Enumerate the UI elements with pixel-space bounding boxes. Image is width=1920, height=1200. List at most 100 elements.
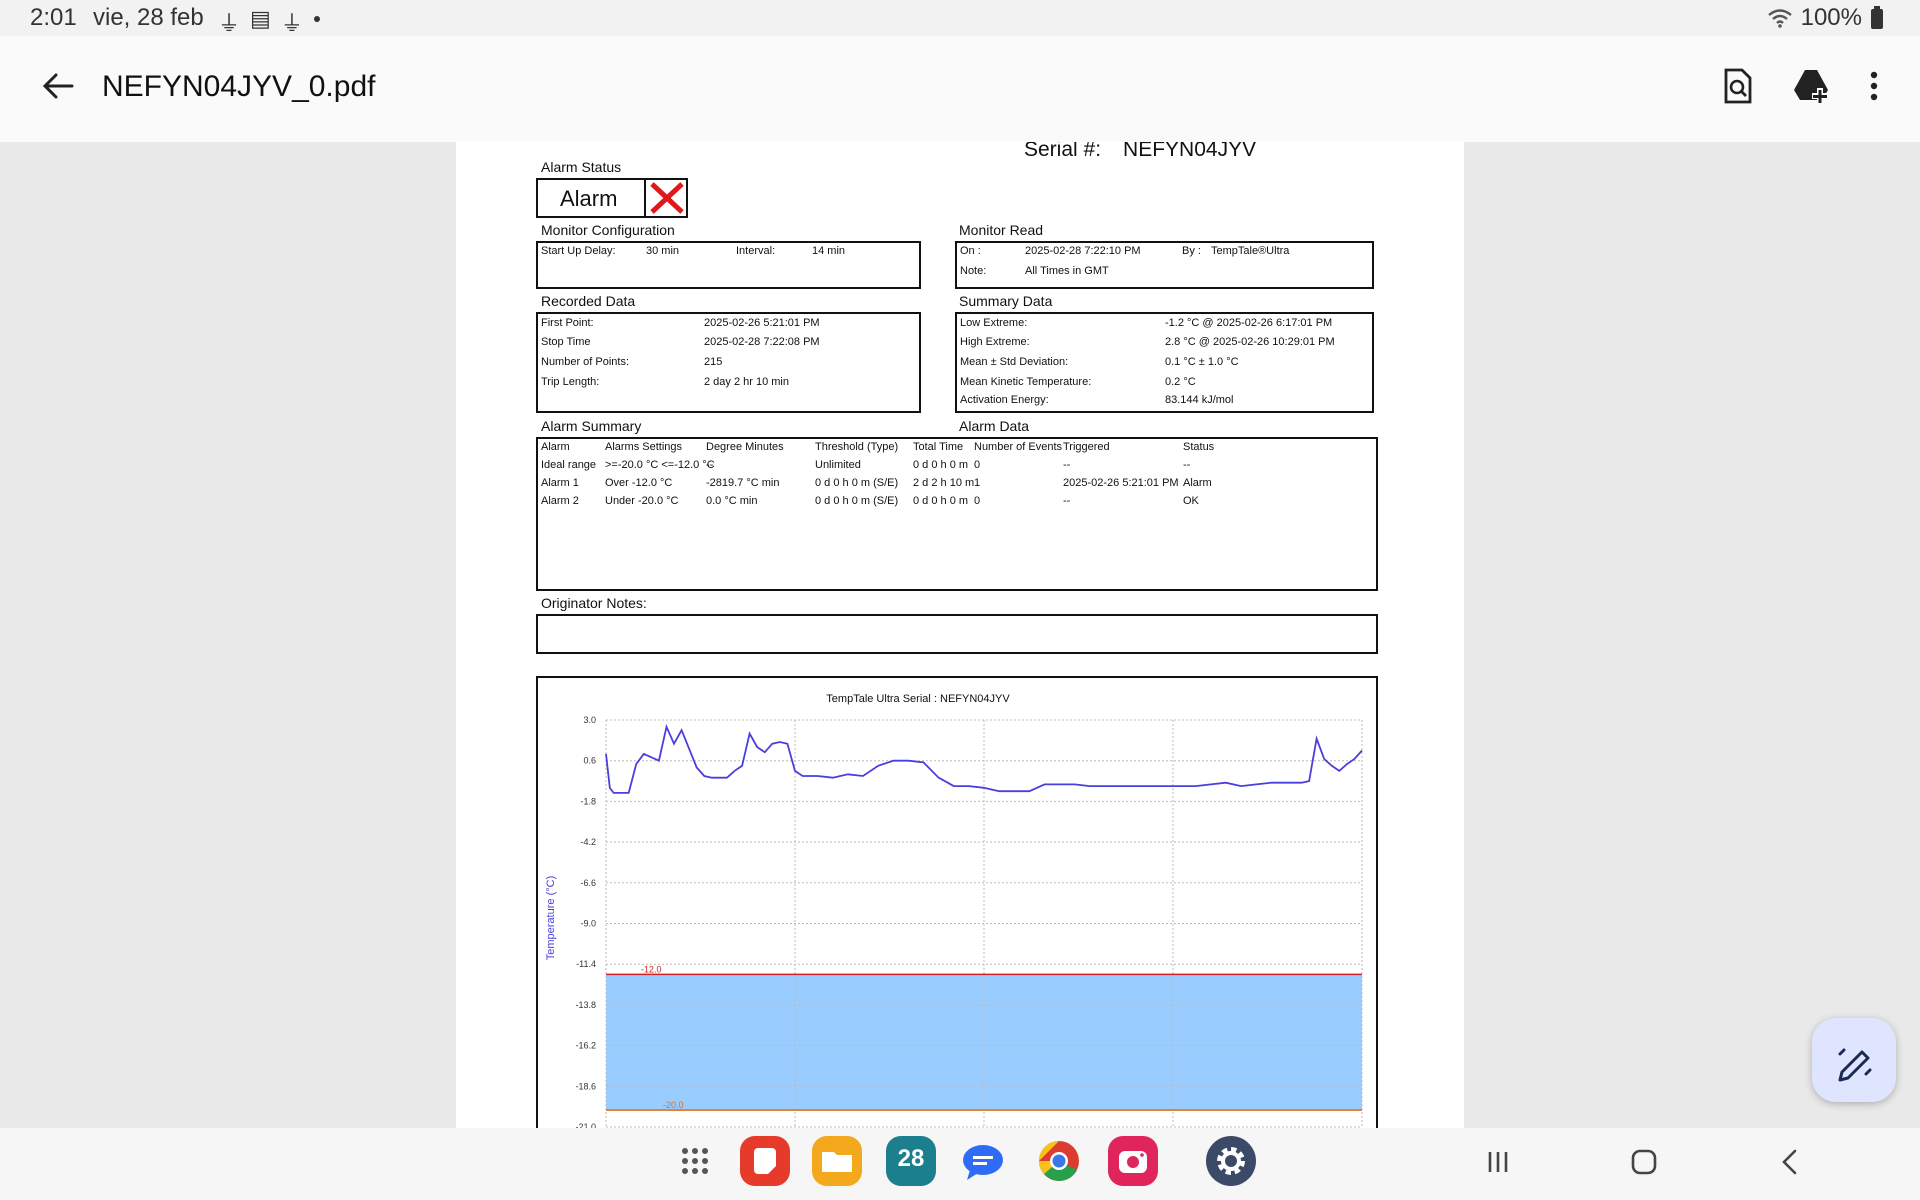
- notification-icons: ⏚ ▤ ⏚ ●: [218, 6, 321, 38]
- alarm-table-header: Status: [1183, 441, 1215, 453]
- calendar-day: 28: [897, 1145, 925, 1172]
- trip-length-label: Trip Length:: [541, 376, 600, 388]
- alarm-table-cell: -2819.7 °C min: [706, 477, 780, 489]
- chrome-icon: [1039, 1141, 1079, 1181]
- low-extreme-value: -1.2 °C @ 2025-02-26 6:17:01 PM: [1165, 317, 1333, 329]
- alarm-table-header: Number of Events: [974, 441, 1063, 453]
- temperature-chart: 3.0 0.6 -1.8 -4.2 -6.6 -9.0 -11.4 -13.8 -16.2 -18…: [536, 676, 1378, 1128]
- usb-icon: ⏚: [218, 11, 241, 36]
- points-label: Number of Points:: [541, 356, 630, 368]
- alarm-table-cell: OK: [1183, 495, 1199, 507]
- stop-time-value: 2025-02-28 7:22:08 PM: [704, 336, 820, 348]
- more-vert-icon[interactable]: [1854, 66, 1894, 106]
- red-x-icon: [650, 182, 684, 214]
- alarm-table-cell: Unlimited: [815, 459, 861, 471]
- gear-icon: [1217, 1147, 1245, 1175]
- on-label: On :: [960, 245, 981, 257]
- y-tick-label: 0.6: [583, 756, 596, 766]
- calendar-icon: ▤: [250, 6, 271, 31]
- alarm-table-header: Degree Minutes: [706, 441, 784, 453]
- points-value: 215: [704, 356, 723, 368]
- alarm-table-cell: 0: [974, 459, 981, 471]
- alarm-table-header: Triggered: [1063, 441, 1110, 453]
- messages-app-icon[interactable]: [958, 1136, 1008, 1186]
- mkt-label: Mean Kinetic Temperature:: [960, 376, 1092, 388]
- alarm-table-cell: --: [706, 459, 714, 471]
- alarm-x-cell: [644, 180, 688, 216]
- alarm-table-cell: Alarm 2: [541, 495, 579, 507]
- drive-add-icon[interactable]: [1792, 66, 1832, 106]
- dot-icon: ●: [312, 10, 322, 26]
- back-arrow-icon[interactable]: [38, 66, 78, 106]
- alarm-table-cell: 1: [974, 477, 981, 489]
- search-document-icon[interactable]: [1718, 66, 1758, 106]
- y-axis-label: Temperature (°C): [545, 876, 557, 960]
- y-tick-label: -4.2: [580, 837, 596, 847]
- home-icon[interactable]: [1624, 1142, 1664, 1182]
- alarm-status-label: Alarm Status: [541, 159, 622, 175]
- alarm-table-cell: Alarm 1: [541, 477, 579, 489]
- alarm-table: Alarm Alarms Settings Degree Minutes Thresh…: [536, 437, 1378, 591]
- note-label: Note:: [960, 265, 987, 277]
- mean-std-label: Mean ± Std Deviation:: [960, 356, 1069, 368]
- high-extreme-label: High Extreme:: [960, 336, 1030, 348]
- settings-app-icon[interactable]: [1206, 1136, 1256, 1186]
- edit-fab-button[interactable]: [1812, 1018, 1896, 1102]
- monitor-configuration-box: Start Up Delay: 30 min Interval: 14 min: [536, 241, 921, 289]
- threshold-label: -20.0: [663, 1100, 684, 1110]
- camera-app-icon[interactable]: [1108, 1136, 1158, 1186]
- alarm-summary-title: Alarm Summary: [541, 418, 642, 434]
- alarm-table-header: Alarm: [541, 441, 570, 453]
- originator-notes-title: Originator Notes:: [541, 595, 647, 611]
- alarm-table-cell: --: [1183, 459, 1191, 471]
- notes-app-icon[interactable]: [740, 1136, 790, 1186]
- summary-data-title: Summary Data: [959, 293, 1053, 309]
- pdf-viewer[interactable]: Serial #: NEFYN04JYV Alarm Status Alarm M…: [0, 142, 1920, 1128]
- originator-notes-box: [536, 614, 1378, 654]
- y-tick-label: -11.4: [576, 959, 596, 969]
- alarm-data-title: Alarm Data: [959, 418, 1030, 434]
- back-icon[interactable]: [1770, 1142, 1810, 1182]
- mean-std-value: 0.1 °C ± 1.0 °C: [1165, 356, 1239, 368]
- start-up-delay-label: Start Up Delay:: [541, 245, 616, 257]
- monitor-read-title: Monitor Read: [959, 222, 1044, 238]
- folder-icon: [822, 1152, 852, 1172]
- alarm-table-cell: --: [1063, 495, 1071, 507]
- pen-edit-icon: [1838, 1048, 1872, 1082]
- alarm-table-cell: 0 d 0 h 0 m: [913, 459, 969, 471]
- alarm-table-cell: Over -12.0 °C: [605, 477, 673, 489]
- battery-icon: [1871, 6, 1883, 29]
- chrome-app-icon[interactable]: [1034, 1136, 1084, 1186]
- alarm-table-cell: Alarm: [1183, 477, 1212, 489]
- apps-grid-icon[interactable]: [670, 1136, 720, 1186]
- chart-title: TempTale Ultra Serial : NEFYN04JYV: [826, 693, 1010, 705]
- alarm-table-cell: 0.0 °C min: [706, 495, 758, 507]
- files-app-icon[interactable]: [812, 1136, 862, 1186]
- status-right: 100%: [1767, 4, 1884, 32]
- alarm-table-header: Alarms Settings: [605, 441, 683, 453]
- mkt-value: 0.2 °C: [1165, 376, 1196, 388]
- notes-glyph-icon: [754, 1148, 776, 1174]
- alarm-table-cell: >=-20.0 °C <=-12.0 °C: [605, 459, 715, 471]
- y-tick-label: -13.8: [575, 1000, 596, 1010]
- first-point-value: 2025-02-26 5:21:01 PM: [704, 317, 820, 329]
- y-tick-label: 3.0: [583, 715, 596, 725]
- activation-energy-value: 83.144 kJ/mol: [1165, 394, 1234, 406]
- recents-icon[interactable]: [1478, 1142, 1518, 1182]
- alarm-table-cell: 2025-02-26 5:21:01 PM: [1063, 477, 1179, 489]
- calendar-app-icon[interactable]: 28: [886, 1136, 936, 1186]
- alarm-table-cell: 0: [974, 495, 981, 507]
- stop-time-label: Stop Time: [541, 336, 591, 348]
- alarm-status-box: Alarm: [536, 178, 688, 218]
- y-tick-label: -16.2: [575, 1041, 596, 1051]
- app-bar: NEFYN04JYV_0.pdf: [0, 36, 1920, 143]
- pdf-page: Serial #: NEFYN04JYV Alarm Status Alarm M…: [456, 142, 1464, 1128]
- y-tick-label: -1.8: [580, 796, 596, 806]
- chart-svg: 3.0 0.6 -1.8 -4.2 -6.6 -9.0 -11.4 -13.8 -16.2 -18…: [545, 693, 1363, 1128]
- interval-label: Interval:: [736, 245, 776, 257]
- note-value: All Times in GMT: [1025, 265, 1109, 277]
- wifi-icon: [1767, 9, 1792, 28]
- serial-label: Serial #:: [1024, 142, 1102, 161]
- status-bar: 2:01 vie, 28 feb ⏚ ▤ ⏚ ● 100%: [0, 0, 1920, 36]
- recorded-data-box: First Point: 2025-02-26 5:21:01 PM Stop …: [536, 312, 921, 413]
